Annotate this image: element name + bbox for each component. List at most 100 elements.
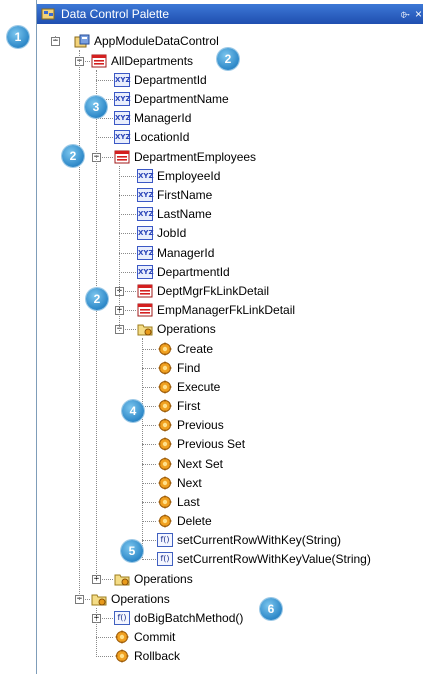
attribute-icon: XYZ xyxy=(114,73,131,87)
tree-node-label: DepartmentId xyxy=(157,265,230,279)
method-icon: f() xyxy=(114,611,130,625)
app-module-icon xyxy=(74,34,90,48)
tree-connector xyxy=(142,559,156,560)
tree-node-label: Operations xyxy=(157,322,216,336)
tree-node-label: Next Set xyxy=(177,457,224,471)
tree-connector xyxy=(96,80,113,81)
method-icon: f() xyxy=(157,533,173,547)
tree-node-label: ManagerId xyxy=(157,246,215,260)
tree-connector xyxy=(142,444,156,445)
tree-node-label: setCurrentRowWithKeyValue(String) xyxy=(177,552,371,566)
tree-connector xyxy=(96,118,113,119)
operations-folder-icon xyxy=(91,594,107,606)
tree-node-label: EmpManagerFkLinkDetail xyxy=(157,303,296,317)
operation-icon xyxy=(158,437,172,451)
attribute-icon: XYZ xyxy=(137,207,154,221)
tree-connector xyxy=(119,272,136,273)
operation-icon xyxy=(115,630,129,644)
tree-connector xyxy=(142,425,156,426)
collection-icon xyxy=(137,284,153,298)
tree-node-label: DeptMgrFkLinkDetail xyxy=(157,284,270,298)
callout-badge-c4: 4 xyxy=(122,400,144,422)
tree-connector xyxy=(119,195,136,196)
tree-node-label: DepartmentId xyxy=(134,73,207,87)
operation-icon xyxy=(158,495,172,509)
callout-badge-c1: 1 xyxy=(7,26,29,48)
operation-icon xyxy=(158,399,172,413)
tree-connector xyxy=(96,137,113,138)
tree-connector xyxy=(96,637,113,638)
tree-node-label: Previous xyxy=(177,418,224,432)
callout-badge-c2c: 2 xyxy=(86,288,108,310)
callout-badge-c2a: 2 xyxy=(217,48,239,70)
tree-node-label: doBigBatchMethod() xyxy=(134,611,244,625)
tree-connector xyxy=(119,214,136,215)
tree-node-label: DepartmentEmployees xyxy=(134,150,257,164)
operations-folder-icon xyxy=(137,324,153,336)
tree-connector xyxy=(142,349,156,350)
tree-node-label: Rollback xyxy=(134,649,181,663)
tree-node-label: FirstName xyxy=(157,188,213,202)
tree-guide-line xyxy=(119,166,120,331)
tree-guide-line xyxy=(96,608,97,657)
tree-node-label: JobId xyxy=(157,226,187,240)
operation-icon xyxy=(158,342,172,356)
tree-connector xyxy=(96,656,113,657)
tree-connector xyxy=(142,502,156,503)
tree-connector xyxy=(142,406,156,407)
attribute-icon: XYZ xyxy=(137,169,154,183)
tree-node-label: LocationId xyxy=(134,130,190,144)
tree-node-label: Commit xyxy=(134,630,176,644)
tree-node-label: AllDepartments xyxy=(111,54,194,68)
callout-badge-c2b: 2 xyxy=(62,145,84,167)
tree-node-label: Operations xyxy=(111,592,170,606)
tree-guide-line xyxy=(96,70,97,580)
attribute-icon: XYZ xyxy=(114,111,131,125)
method-icon: f() xyxy=(157,552,173,566)
tree-connector xyxy=(119,233,136,234)
tree-guide-line xyxy=(142,338,143,560)
tree-node-label: Create xyxy=(177,342,214,356)
tree-node-label: setCurrentRowWithKey(String) xyxy=(177,533,342,547)
operation-icon xyxy=(158,418,172,432)
operation-icon xyxy=(158,514,172,528)
tree-node-label: Previous Set xyxy=(177,437,246,451)
tree-connector xyxy=(142,464,156,465)
attribute-icon: XYZ xyxy=(114,130,131,144)
callout-badge-c3: 3 xyxy=(85,96,107,118)
tree-node-label: ManagerId xyxy=(134,111,192,125)
operation-icon xyxy=(158,476,172,490)
collection-icon xyxy=(114,150,130,164)
tree-node-label: DepartmentName xyxy=(134,92,229,106)
tree-node-label: Next xyxy=(177,476,202,490)
tree-connector xyxy=(142,368,156,369)
tree-node-label: LastName xyxy=(157,207,212,221)
tree-node-label: AppModuleDataControl xyxy=(94,34,219,48)
operation-icon xyxy=(115,649,129,663)
tree-node-label: EmployeeId xyxy=(157,169,221,183)
tree-node-label: Delete xyxy=(177,514,212,528)
callout-badge-c6: 6 xyxy=(260,598,282,620)
attribute-icon: XYZ xyxy=(114,92,131,106)
tree-guide-line xyxy=(79,50,80,600)
tree-connector xyxy=(142,521,156,522)
tree-connector xyxy=(119,176,136,177)
collection-icon xyxy=(137,303,153,317)
tree-guide-line xyxy=(55,36,56,40)
operation-icon xyxy=(158,361,172,375)
attribute-icon: XYZ xyxy=(137,246,154,260)
tree-node-label: First xyxy=(177,399,201,413)
collection-icon xyxy=(91,54,107,68)
tree-node-label: Last xyxy=(177,495,200,509)
operation-icon xyxy=(158,380,172,394)
tree-node-label: Find xyxy=(177,361,201,375)
tree-connector xyxy=(142,540,156,541)
operations-folder-icon xyxy=(114,574,130,586)
tree-connector xyxy=(142,387,156,388)
attribute-icon: XYZ xyxy=(137,188,154,202)
tree-connector xyxy=(119,253,136,254)
operation-icon xyxy=(158,457,172,471)
tree-connector xyxy=(142,483,156,484)
attribute-icon: XYZ xyxy=(137,226,154,240)
callout-badge-c5: 5 xyxy=(121,540,143,562)
